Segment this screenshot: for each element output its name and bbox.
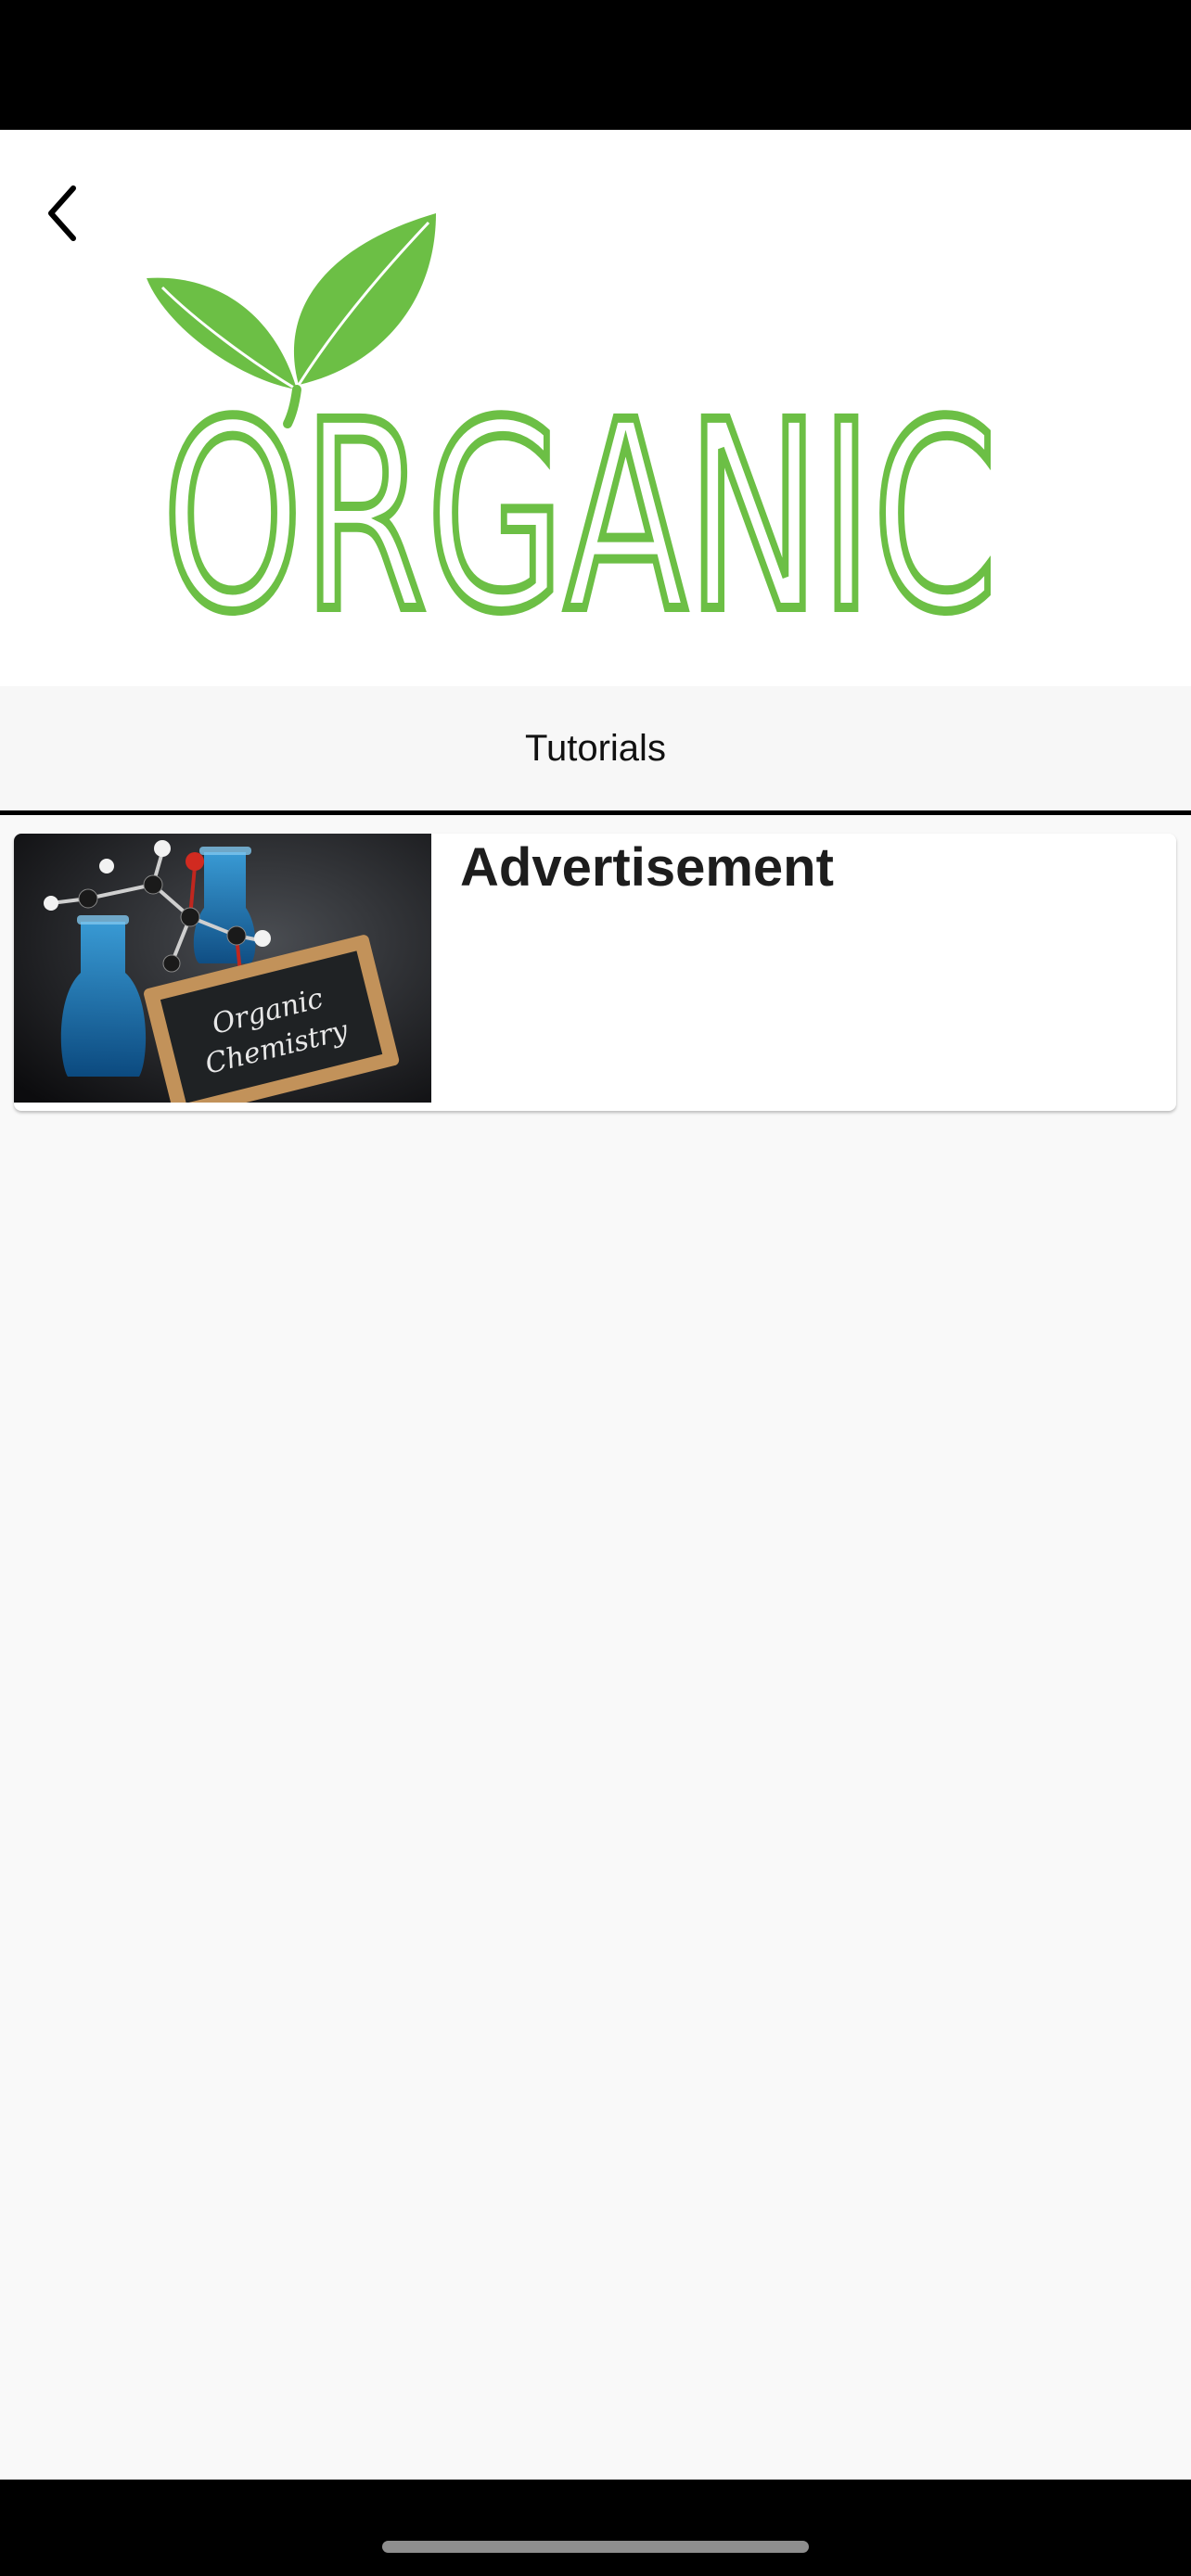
item-title: Advertisement — [460, 837, 834, 898]
tab-active-indicator — [0, 810, 1191, 815]
tab-tutorials[interactable]: Tutorials — [0, 686, 1191, 810]
organic-logo: ORGANIC — [147, 213, 1002, 672]
tab-bar: Tutorials — [0, 686, 1191, 815]
organic-chemistry-thumbnail: Organic Chemistry — [14, 834, 431, 1103]
list-item[interactable]: Organic Chemistry Advertisement — [14, 834, 1176, 1111]
back-button[interactable] — [26, 172, 100, 255]
navigation-bar — [0, 2480, 1191, 2576]
home-indicator[interactable] — [382, 2541, 809, 2553]
chevron-left-icon — [48, 185, 76, 241]
status-bar — [0, 0, 1191, 130]
header: ORGANIC — [0, 130, 1191, 686]
logo-text: ORGANIC — [162, 367, 997, 670]
